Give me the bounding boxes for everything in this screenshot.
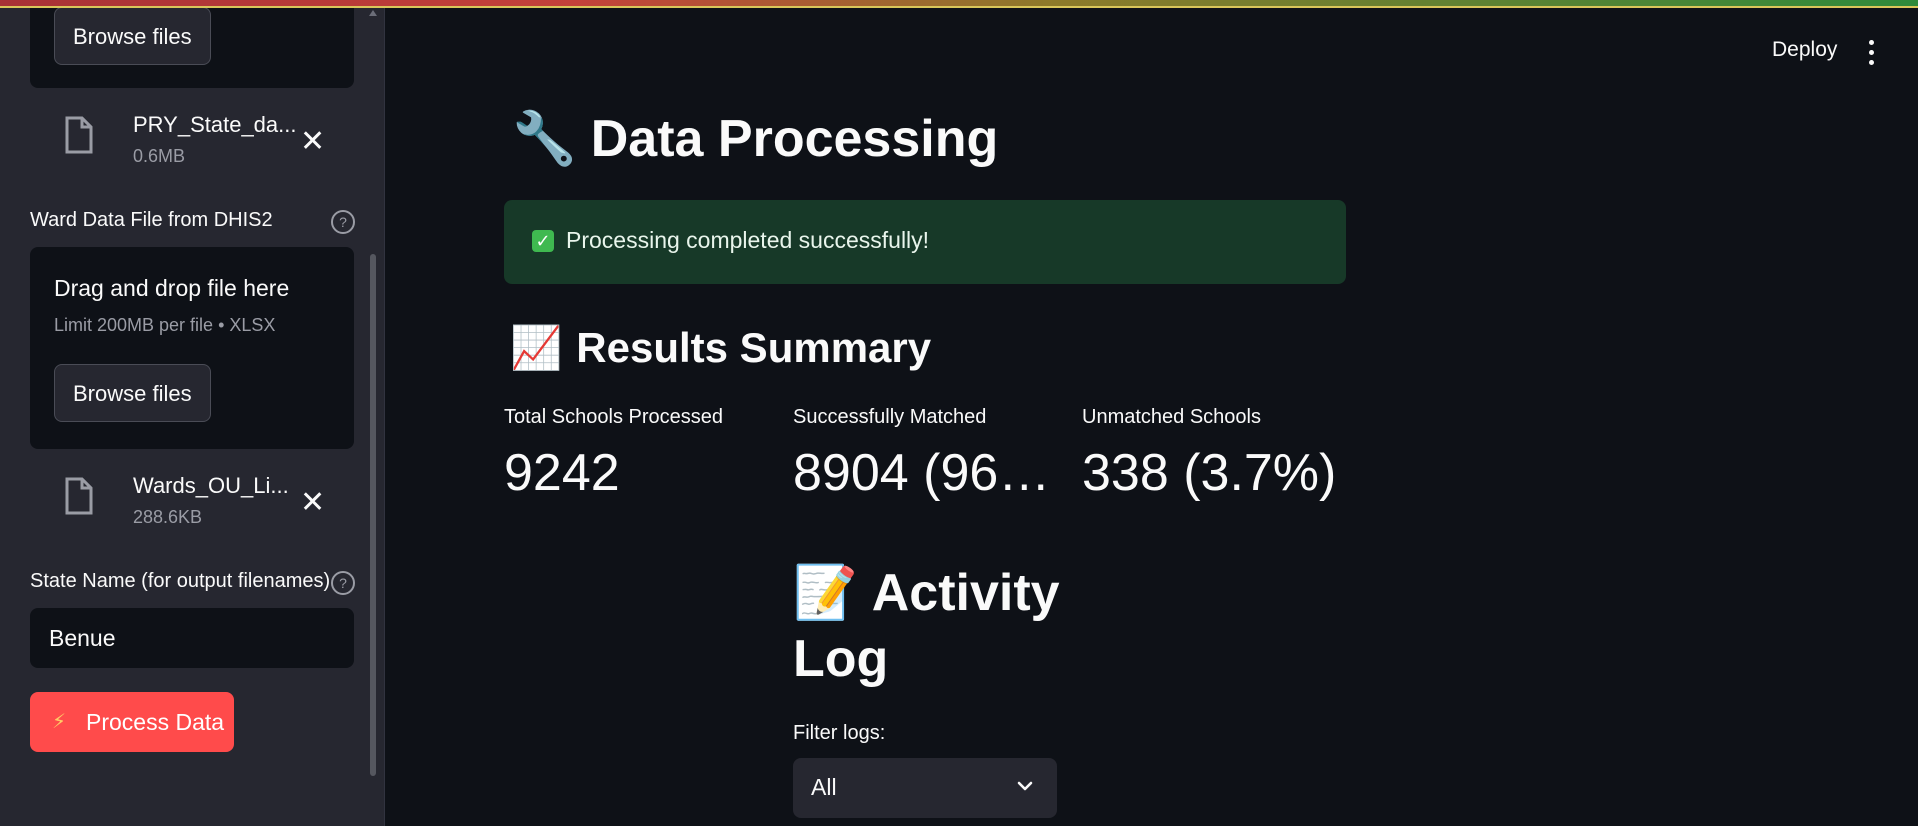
browse-files-button-1[interactable]: Browse files [54,8,211,65]
file-name: PRY_State_da... [133,112,297,137]
success-message: Processing completed successfully! [566,227,930,253]
activity-log-heading: 📝 Activity Log [793,560,1083,692]
metric-label: Total Schools Processed [504,406,724,428]
file-size: 288.6KB [133,507,203,527]
file-uploader-1: Browse files [30,8,354,88]
sidebar-scrollbar[interactable] [369,8,377,826]
close-icon[interactable]: ✕ [300,124,325,159]
filter-logs-value: All [811,774,837,800]
scroll-up-arrow[interactable] [369,10,377,16]
help-icon[interactable]: ? [331,210,355,234]
browse-files-button-2[interactable]: Browse files [54,364,211,422]
metric-value: 338 (3.7%) [1082,444,1337,502]
file-size: 0.6MB [133,146,186,166]
metric-value: 8904 (96.… [793,444,1055,502]
chevron-down-icon [1017,781,1033,791]
filter-logs-label: Filter logs: [793,722,886,744]
metric-label: Unmatched Schools [1082,406,1261,428]
ward-file-label: Ward Data File from DHIS2 [30,209,273,231]
uploaded-file-2: Wards_OU_Li... 288.6KB ✕ [30,471,354,543]
metric-label: Successfully Matched [793,406,987,428]
chart-icon: 📈 [510,324,563,371]
close-icon[interactable]: ✕ [300,485,325,520]
page-title: 🔧 Data Processing [512,108,998,169]
lightning-icon: ⚡ [52,711,67,733]
wrench-icon: 🔧 [512,110,577,168]
metric-total-schools: Total Schools Processed 9242 [504,406,764,503]
metric-successfully-matched: Successfully Matched 8904 (96.… [793,406,1055,503]
file-uploader-2[interactable]: Drag and drop file here Limit 200MB per … [30,247,354,449]
file-icon [65,116,93,154]
success-alert: ✓ Processing completed successfully! [504,200,1346,284]
process-data-label: Process Data [86,709,225,735]
state-name-label: State Name (for output filenames) [30,570,331,592]
state-name-input[interactable]: Benue [30,608,354,668]
metric-value: 9242 [504,444,620,502]
deploy-button[interactable]: Deploy [1772,38,1837,62]
top-decoration-bar [0,0,1918,8]
scrollbar-thumb[interactable] [370,254,376,776]
filter-logs-select[interactable]: All [793,758,1057,818]
uploaded-file-1: PRY_State_da... 0.6MB ✕ [30,110,354,182]
drop-zone-title: Drag and drop file here [54,275,290,301]
page-title-text: Data Processing [590,110,999,168]
sidebar: Browse files PRY_State_da... 0.6MB ✕ War… [0,8,385,826]
results-summary-heading: 📈 Results Summary [510,324,931,373]
file-name: Wards_OU_Li... [133,473,289,498]
memo-icon: 📝 [793,564,858,622]
metric-unmatched-schools: Unmatched Schools 338 (3.7%) [1082,406,1382,503]
kebab-menu-icon[interactable] [1862,38,1882,68]
results-summary-text: Results Summary [576,324,932,371]
check-icon: ✓ [532,230,554,252]
drop-zone-limit: Limit 200MB per file • XLSX [54,315,276,335]
help-icon[interactable]: ? [331,571,355,595]
process-data-button[interactable]: ⚡ Process Data [30,692,234,752]
file-icon [65,477,93,515]
